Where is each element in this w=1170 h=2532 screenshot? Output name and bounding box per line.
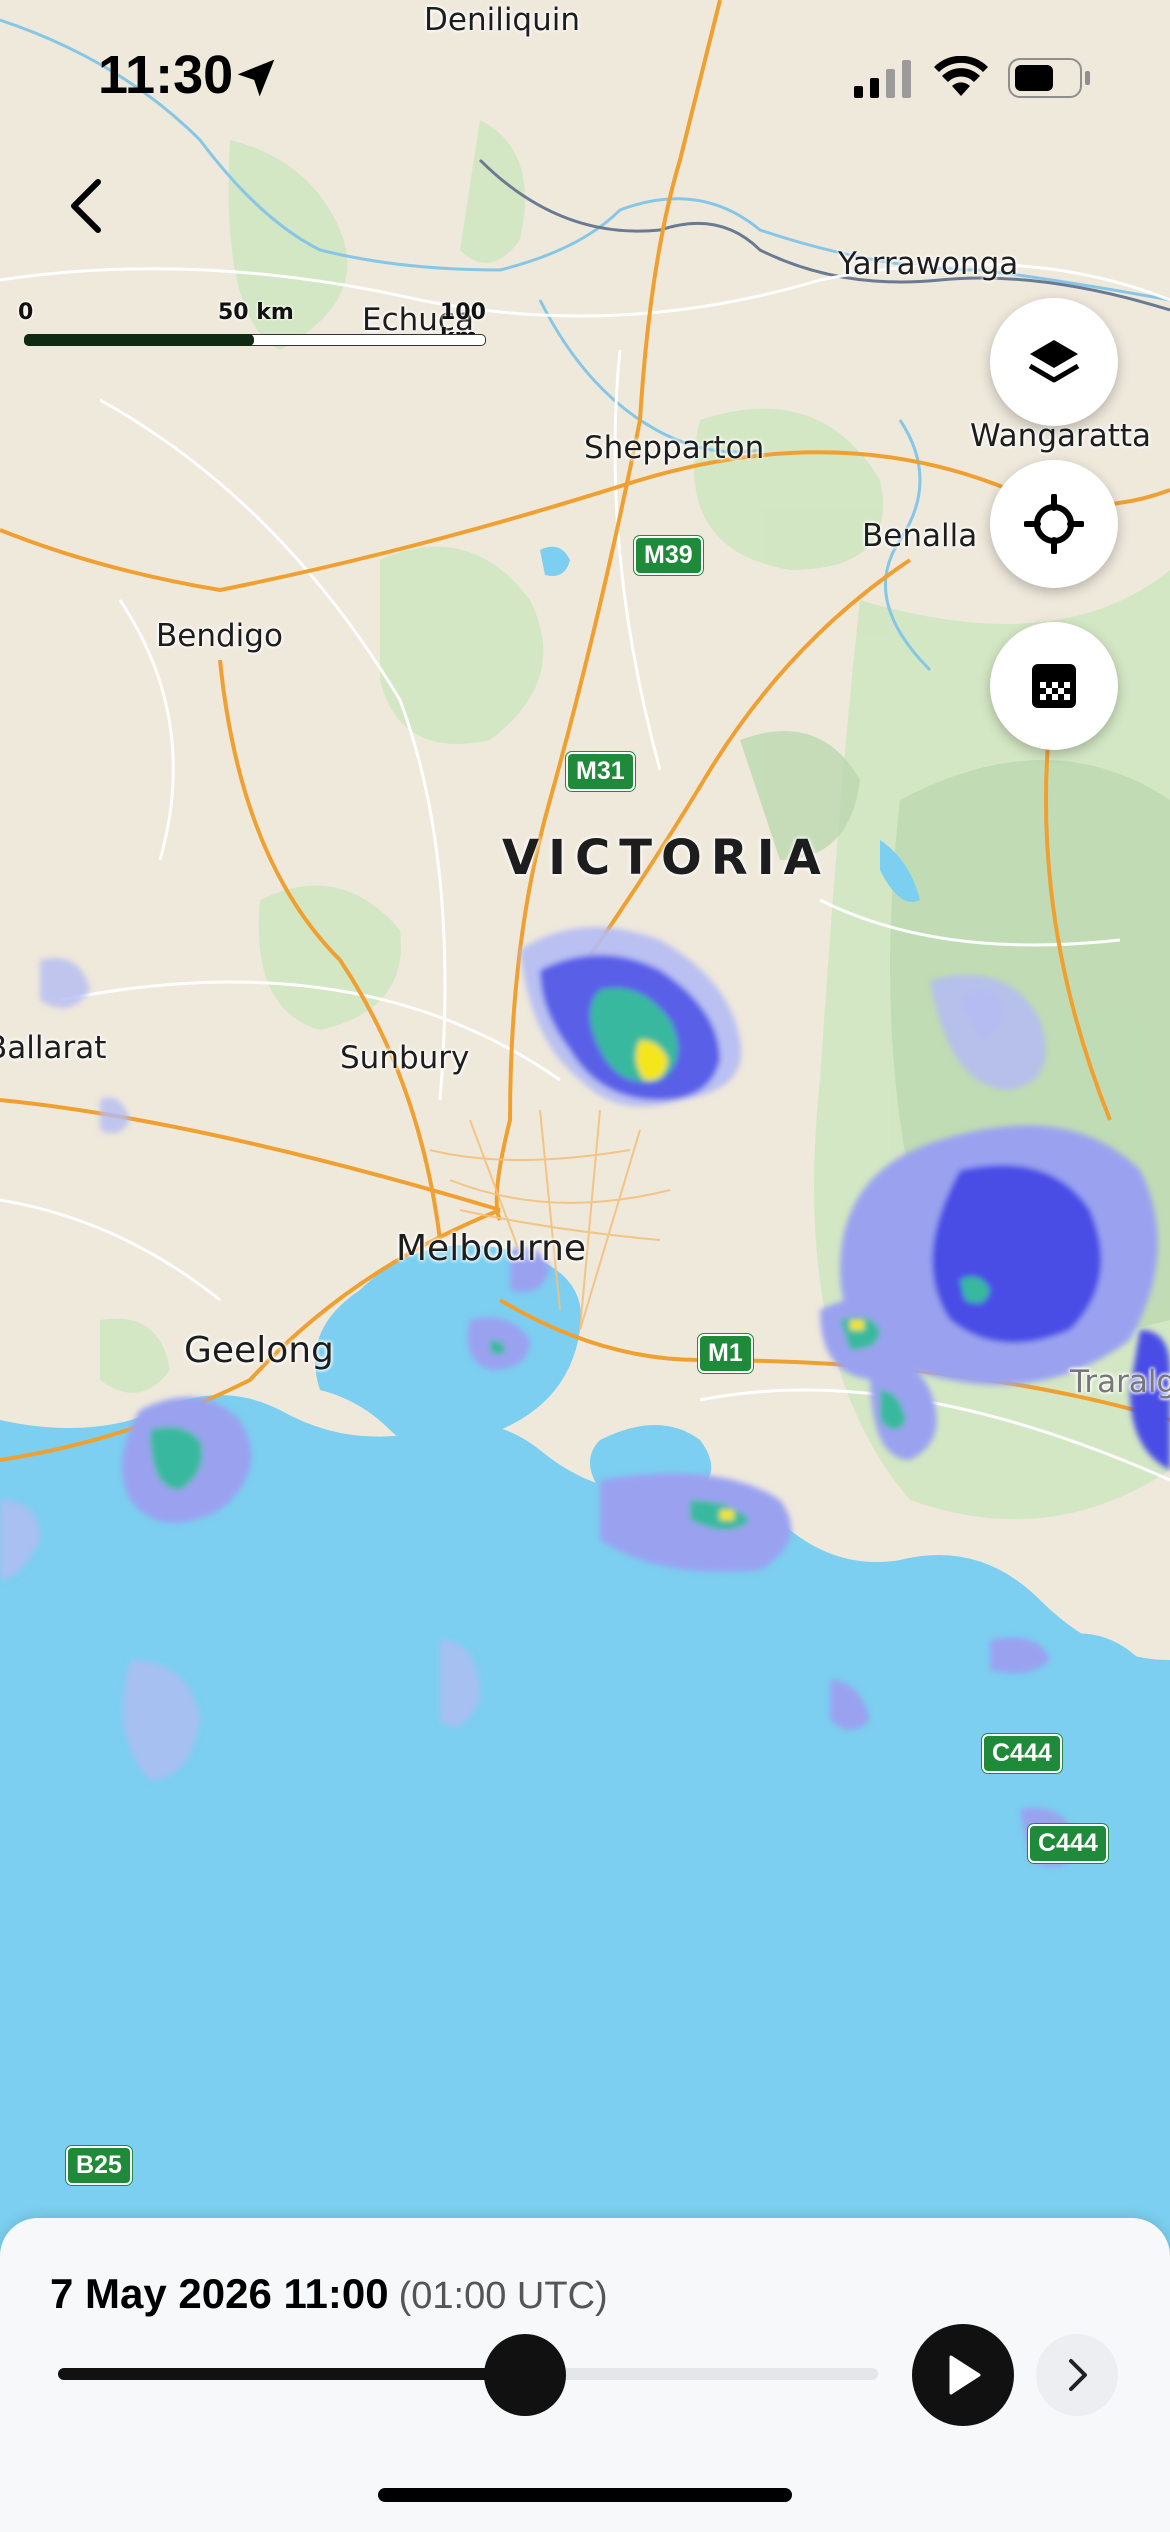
- timeline-panel: 7 May 2026 11:00 (01:00 UTC): [0, 2218, 1170, 2532]
- place-label: Melbourne: [396, 1228, 587, 1269]
- signal-icon: [854, 60, 911, 98]
- road-shield: C444: [982, 1734, 1062, 1773]
- next-frame-button[interactable]: [1036, 2334, 1118, 2416]
- back-button[interactable]: [58, 172, 114, 240]
- timeline-datetime: 7 May 2026 11:00 (01:00 UTC): [50, 2270, 608, 2318]
- place-label: Yarrawonga: [838, 246, 1019, 282]
- timeline-utc: (01:00 UTC): [398, 2275, 608, 2317]
- timeline-date: 7 May 2026 11:00: [50, 2270, 389, 2317]
- place-label: Geelong: [184, 1330, 334, 1371]
- place-label: Bendigo: [156, 618, 283, 654]
- scale-fill: [24, 334, 254, 346]
- layers-button[interactable]: [990, 298, 1118, 426]
- scale-label: 50 km: [218, 300, 294, 325]
- road-shield: M1: [698, 1334, 753, 1373]
- play-button[interactable]: [912, 2324, 1014, 2426]
- wifi-icon: [934, 56, 988, 96]
- status-bar: 11:30: [0, 0, 1170, 150]
- chevron-right-icon: [1069, 2359, 1087, 2391]
- scale-bar: 0 50 km 100 km: [18, 300, 498, 350]
- my-location-button[interactable]: [990, 460, 1118, 588]
- road-shield: C444: [1028, 1824, 1108, 1863]
- layers-icon: [1028, 340, 1080, 383]
- place-label: Shepparton: [584, 430, 765, 466]
- play-icon: [949, 2355, 981, 2395]
- home-indicator: [378, 2488, 792, 2502]
- place-label: Sunbury: [340, 1040, 470, 1076]
- road-shield: B25: [66, 2146, 132, 2185]
- color-scale-icon: [1032, 664, 1076, 708]
- place-label: Ballarat: [0, 1030, 107, 1066]
- region-label: VICTORIA: [502, 830, 830, 886]
- place-label: Benalla: [862, 518, 978, 554]
- scale-label: 0: [18, 300, 34, 325]
- location-arrow-icon: [237, 59, 275, 97]
- road-shield: M31: [566, 752, 635, 791]
- road-shield: M39: [634, 536, 703, 575]
- crosshair-icon: [1024, 494, 1084, 554]
- chevron-left-icon: [71, 179, 101, 233]
- legend-button[interactable]: [990, 622, 1118, 750]
- battery-icon: [1008, 58, 1090, 98]
- timeline-slider-thumb[interactable]: [484, 2334, 567, 2416]
- status-time: 11:30: [98, 45, 234, 105]
- timeline-progress: [58, 2368, 526, 2380]
- place-label: Traralgon: [1070, 1364, 1170, 1400]
